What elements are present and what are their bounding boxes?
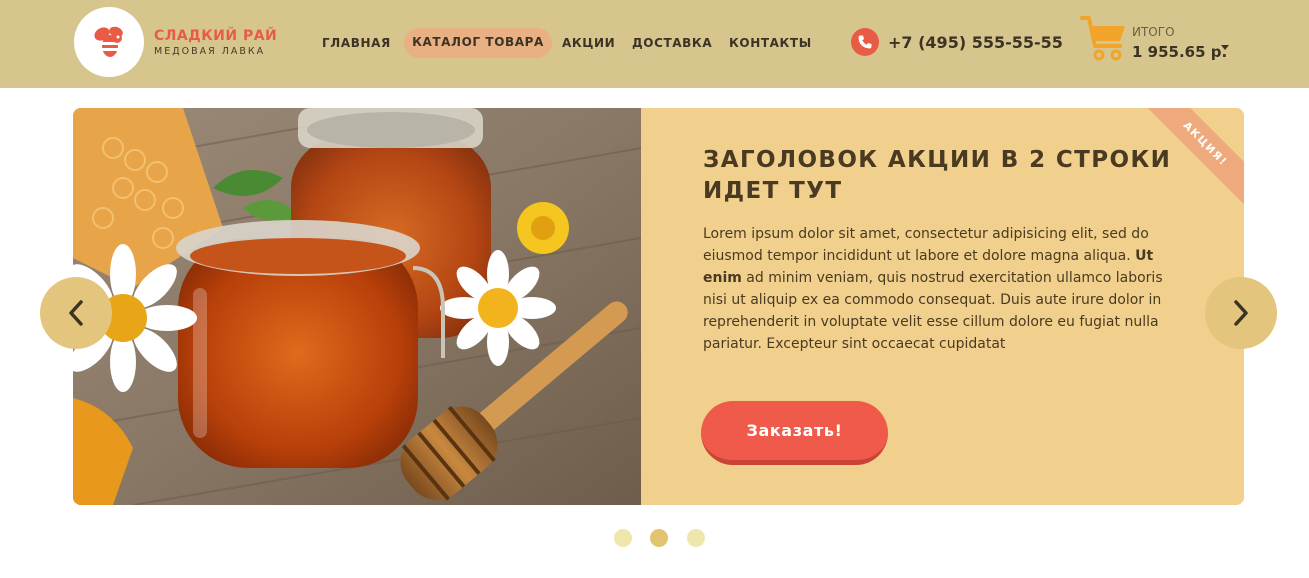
nav-item-home[interactable]: ГЛАВНАЯ (322, 36, 391, 50)
site-header: СЛАДКИЙ РАЙ МЕДОВАЯ ЛАВКА ГЛАВНАЯ КАТАЛО… (0, 0, 1309, 88)
slide-text-end: ad minim veniam, quis nostrud exercitati… (703, 270, 1163, 352)
cart-icon[interactable] (1080, 14, 1128, 64)
nav-item-delivery[interactable]: ДОСТАВКА (632, 36, 712, 50)
slider-prev-button[interactable] (40, 277, 112, 349)
promo-badge-label: АКЦИЯ! (1180, 119, 1230, 169)
logo[interactable] (74, 7, 144, 77)
bee-icon (94, 26, 123, 57)
slide-description: Lorem ipsum dolor sit amet, consectetur … (703, 223, 1163, 355)
nav-item-catalog[interactable]: КАТАЛОГ ТОВАРА (404, 28, 552, 58)
slide-text-start: Lorem ipsum dolor sit amet, consectetur … (703, 226, 1149, 264)
slider-dot-1[interactable] (614, 529, 632, 547)
honey-jars-photo (73, 108, 641, 505)
phone-icon (851, 28, 879, 56)
slider-dot-3[interactable] (687, 529, 705, 547)
slide-title: ЗАГОЛОВОК АКЦИИ В 2 СТРОКИ ИДЕТ ТУТ (703, 147, 1172, 204)
chevron-left-icon (69, 300, 83, 326)
phone-number[interactable]: +7 (495) 555-55-55 (888, 33, 1063, 52)
chevron-right-icon (1234, 300, 1248, 326)
slider-next-button[interactable] (1205, 277, 1277, 349)
cart-total-value[interactable]: 1 955.65 р. (1132, 43, 1227, 61)
promo-slide: АКЦИЯ! ЗАГОЛОВОК АКЦИИ В 2 СТРОКИ ИДЕТ Т… (73, 108, 1244, 505)
logo-title: СЛАДКИЙ РАЙ (154, 28, 278, 44)
order-button[interactable]: Заказать! (701, 401, 888, 465)
cart-total-label: ИТОГО (1132, 25, 1175, 39)
slider-dot-2[interactable] (650, 529, 668, 547)
chevron-down-icon[interactable] (1221, 45, 1229, 50)
order-button-label: Заказать! (746, 421, 843, 440)
nav-item-contacts[interactable]: КОНТАКТЫ (729, 36, 812, 50)
logo-subtitle: МЕДОВАЯ ЛАВКА (154, 46, 266, 57)
header-wave-divider (0, 74, 1309, 87)
nav-item-catalog-label: КАТАЛОГ ТОВАРА (412, 35, 544, 49)
nav-item-promotions[interactable]: АКЦИИ (562, 36, 615, 50)
